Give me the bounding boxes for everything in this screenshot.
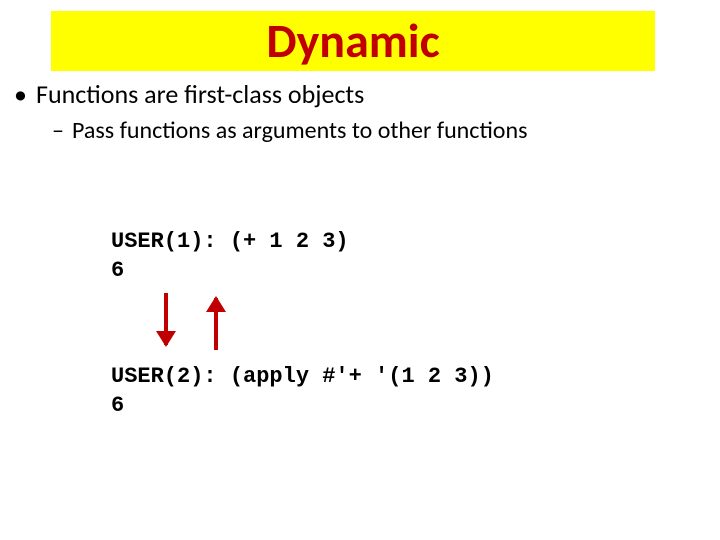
code-example-2: USER(2): (apply #'+ '(1 2 3)) 6 bbox=[111, 363, 494, 420]
bullet-l1-text: Functions are first-class objects bbox=[36, 78, 364, 110]
bullet-dot-icon: • bbox=[14, 78, 36, 110]
title-bar: Dynamic bbox=[51, 11, 655, 71]
title-text: Dynamic bbox=[266, 17, 439, 65]
bullet-l2-text: Pass functions as arguments to other fun… bbox=[72, 116, 527, 145]
code-example-1: USER(1): (+ 1 2 3) 6 bbox=[111, 228, 349, 285]
bullet-level-1: •Functions are first-class objects bbox=[14, 78, 700, 110]
bullet-dash-icon: – bbox=[52, 116, 72, 145]
bullet-level-2: –Pass functions as arguments to other fu… bbox=[52, 116, 700, 145]
bullet-region: •Functions are first-class objects –Pass… bbox=[14, 78, 700, 145]
arrow-up-icon bbox=[214, 298, 218, 350]
arrow-down-icon bbox=[164, 293, 168, 345]
slide: Dynamic •Functions are first-class objec… bbox=[0, 0, 720, 540]
